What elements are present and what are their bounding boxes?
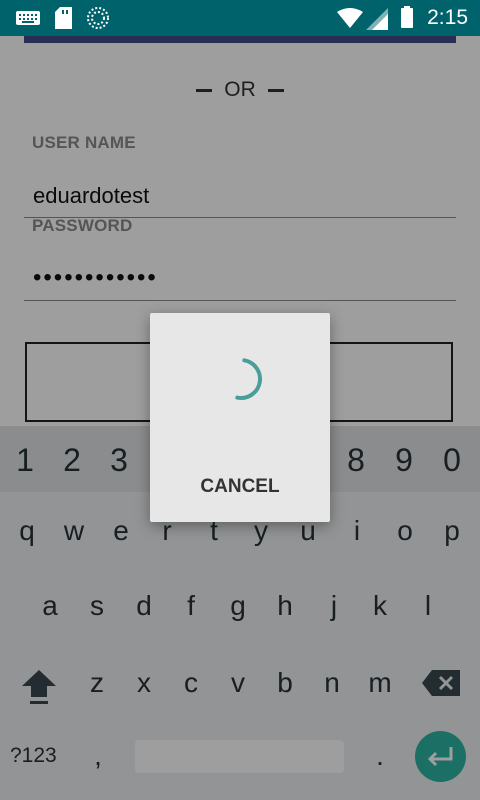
wifi-icon	[337, 8, 363, 28]
status-bar: 2:15	[0, 0, 480, 36]
sync-icon	[87, 7, 109, 29]
loading-spinner-icon	[220, 358, 262, 400]
cell-signal-icon	[366, 8, 388, 30]
progress-dialog: CANCEL	[150, 313, 330, 522]
battery-icon	[401, 6, 413, 28]
sd-card-icon	[55, 7, 72, 29]
cancel-button[interactable]: CANCEL	[150, 469, 330, 505]
keyboard-icon	[16, 11, 40, 25]
status-time: 2:15	[427, 6, 468, 29]
